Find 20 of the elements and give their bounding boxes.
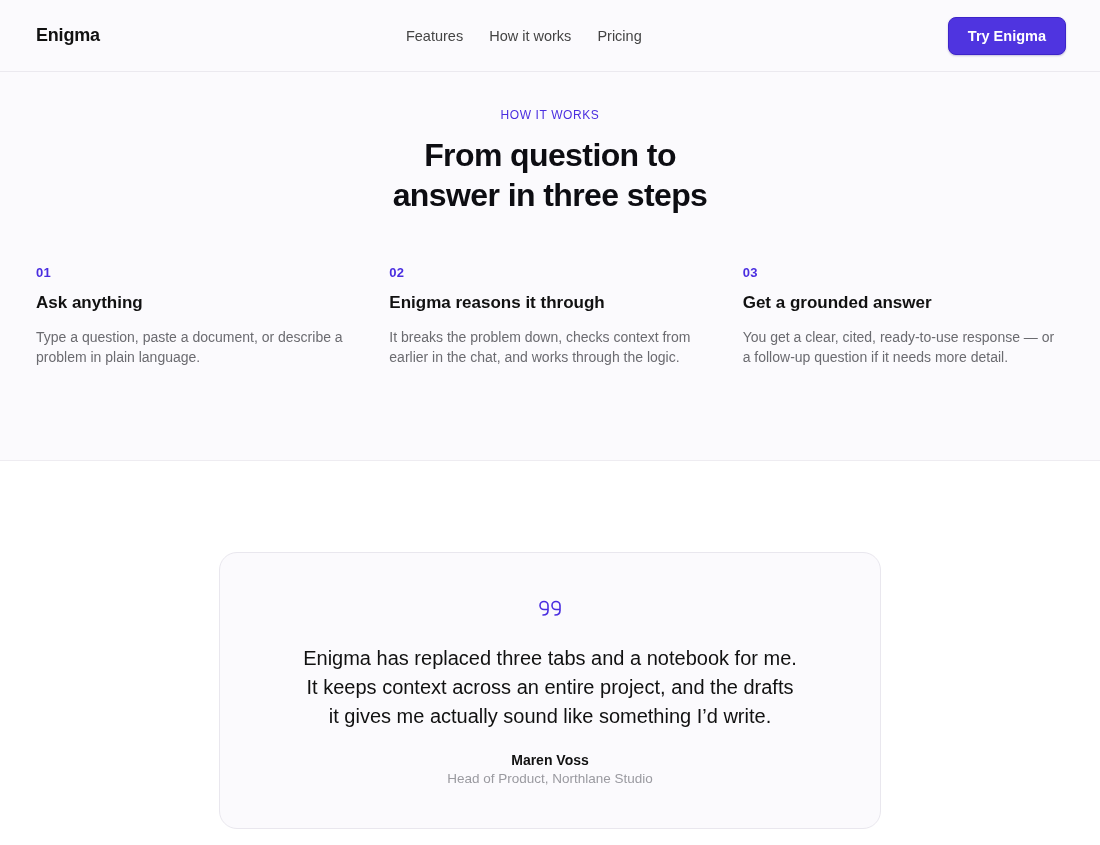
step-number: 02 bbox=[389, 264, 406, 282]
testimonial-quote: Enigma has replaced three tabs and a notebook for me. It keeps context across an entire project, and the drafts it gives me actually sound like something I’d write. bbox=[302, 646, 798, 729]
nav-link[interactable]: Pricing bbox=[597, 27, 642, 44]
step-number: 03 bbox=[742, 264, 759, 282]
logo-link[interactable]: Enigma bbox=[36, 25, 100, 46]
try-button[interactable]: Try Enigma bbox=[947, 16, 1066, 55]
author-name: Maren Voss bbox=[511, 751, 589, 770]
step-description: It breaks the problem down, checks context from earlier in the chat, and works through the logic. bbox=[389, 328, 692, 367]
step-description: You get a clear, cited, ready-to-use response — or a follow-up question if it needs more detail. bbox=[742, 328, 1056, 367]
step-description: Type a question, paste a document, or describe a problem in plain language. bbox=[36, 328, 344, 367]
quote-icon bbox=[539, 600, 561, 616]
step-number: 01 bbox=[36, 264, 53, 282]
section-title: From question to answer in three steps bbox=[391, 136, 709, 215]
author-role: Head of Product, Northlane Studio bbox=[447, 770, 653, 788]
nav-link[interactable]: Features bbox=[405, 27, 464, 44]
nav-link[interactable]: How it works bbox=[489, 27, 572, 44]
step-title: Enigma reasons it through bbox=[389, 292, 606, 314]
step-title: Ask anything bbox=[36, 292, 144, 314]
section-eyebrow: HOW IT WORKS bbox=[499, 107, 601, 123]
step-title: Get a grounded answer bbox=[742, 292, 933, 314]
